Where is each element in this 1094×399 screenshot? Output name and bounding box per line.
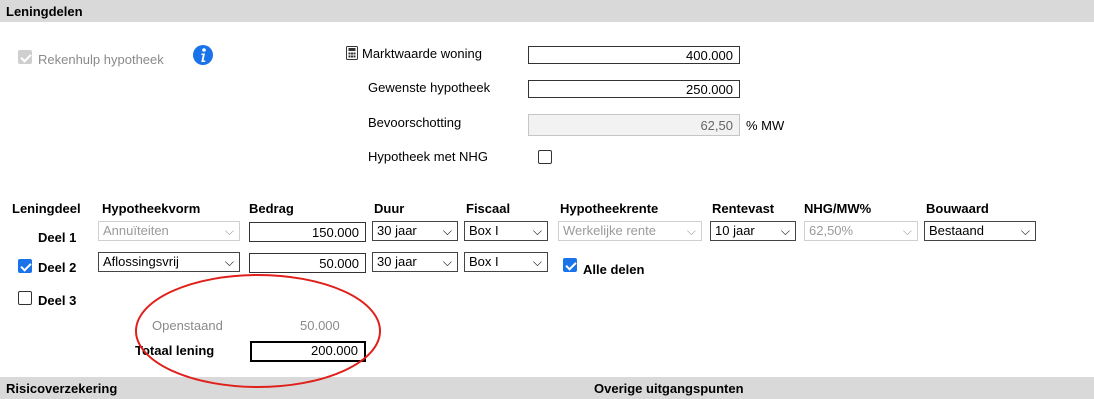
deel1-fiscaal-value: Box I bbox=[469, 223, 499, 238]
rekenhulp-label: Rekenhulp hypotheek bbox=[38, 52, 164, 67]
header-fiscaal: Fiscaal bbox=[466, 201, 511, 216]
deel2-bedrag-input[interactable]: 50.000 bbox=[249, 253, 366, 273]
nhg-checkbox[interactable] bbox=[538, 150, 552, 164]
openstaand-value: 50.000 bbox=[300, 318, 340, 333]
totaal-lening-input: 200.000 bbox=[250, 341, 366, 362]
header-duur: Duur bbox=[374, 201, 405, 216]
deel1-bedrag-input[interactable]: 150.000 bbox=[249, 222, 366, 242]
chevron-down-icon: ⌵ bbox=[532, 255, 542, 269]
marktwaarde-input[interactable]: 400.000 bbox=[528, 46, 740, 64]
chevron-down-icon: ⌵ bbox=[780, 224, 790, 238]
deel3-checkbox[interactable] bbox=[18, 291, 32, 305]
bevoorschotting-label: Bevoorschotting bbox=[368, 115, 462, 130]
header-bouwaard: Bouwaard bbox=[926, 201, 989, 216]
deel2-hypotheekvorm-value: Aflossingsvrij bbox=[103, 254, 179, 269]
chevron-down-icon: ⌵ bbox=[1020, 224, 1030, 238]
risicoverzekering-title: Risicoverzekering bbox=[6, 381, 118, 396]
overige-uitgangspunten-title: Overige uitgangspunten bbox=[594, 381, 744, 396]
alle-delen-label: Alle delen bbox=[583, 262, 645, 277]
header-bedrag: Bedrag bbox=[249, 201, 294, 216]
deel1-nhg-mw-select: 62,50% ⌵ bbox=[804, 221, 918, 241]
marktwaarde-label: Marktwaarde woning bbox=[362, 46, 482, 61]
deel1-hypotheekvorm-value: Annuïteiten bbox=[103, 223, 169, 238]
deel2-duur-select[interactable]: 30 jaar ⌵ bbox=[372, 252, 458, 272]
deel2-checkbox[interactable] bbox=[18, 259, 32, 273]
deel1-nhg-mw-value: 62,50% bbox=[809, 223, 854, 238]
header-hypotheekrente: Hypotheekrente bbox=[560, 201, 659, 216]
totaal-lening-label: Totaal lening bbox=[135, 343, 215, 358]
chevron-down-icon: ⌵ bbox=[902, 224, 912, 238]
deel1-duur-select[interactable]: 30 jaar ⌵ bbox=[372, 221, 458, 241]
chevron-down-icon: ⌵ bbox=[532, 224, 542, 238]
info-icon[interactable] bbox=[192, 44, 214, 66]
rekenhulp-checkbox[interactable] bbox=[18, 50, 32, 64]
deel1-duur-value: 30 jaar bbox=[377, 223, 417, 238]
deel1-hypotheekvorm-select: Annuïteiten ⌵ bbox=[98, 221, 240, 241]
bevoorschotting-input: 62,50 bbox=[528, 114, 740, 136]
deel1-hypotheekrente-value: Werkelijke rente bbox=[563, 223, 656, 238]
header-nhg-mw: NHG/MW% bbox=[804, 201, 872, 216]
chevron-down-icon: ⌵ bbox=[224, 224, 234, 238]
header-hypotheekvorm: Hypotheekvorm bbox=[102, 201, 201, 216]
chevron-down-icon: ⌵ bbox=[442, 224, 452, 238]
deel1-rentevast-value: 10 jaar bbox=[715, 223, 755, 238]
deel1-bouwaard-select[interactable]: Bestaand ⌵ bbox=[924, 221, 1036, 241]
alle-delen-checkbox[interactable] bbox=[563, 258, 577, 272]
deel2-fiscaal-select[interactable]: Box I ⌵ bbox=[464, 252, 548, 272]
deel1-fiscaal-select[interactable]: Box I ⌵ bbox=[464, 221, 548, 241]
nhg-label: Hypotheek met NHG bbox=[368, 149, 488, 164]
calculator-icon[interactable] bbox=[346, 46, 358, 60]
deel1-hypotheekrente-select: Werkelijke rente ⌵ bbox=[558, 221, 702, 241]
deel2-duur-value: 30 jaar bbox=[377, 254, 417, 269]
openstaand-label: Openstaand bbox=[152, 318, 223, 333]
chevron-down-icon: ⌵ bbox=[686, 224, 696, 238]
deel2-label: Deel 2 bbox=[38, 260, 77, 275]
gewenste-label: Gewenste hypotheek bbox=[368, 80, 491, 95]
gewenste-input[interactable]: 250.000 bbox=[528, 80, 740, 98]
deel2-hypotheekvorm-select[interactable]: Aflossingsvrij ⌵ bbox=[98, 252, 240, 272]
deel3-label: Deel 3 bbox=[38, 293, 77, 308]
deel1-bouwaard-value: Bestaand bbox=[929, 223, 984, 238]
header-rentevast: Rentevast bbox=[712, 201, 775, 216]
section-title: Leningdelen bbox=[6, 4, 83, 19]
header-leningdeel: Leningdeel bbox=[12, 201, 81, 216]
section-header-bottom: Risicoverzekering Overige uitgangspunten bbox=[0, 377, 1094, 399]
chevron-down-icon: ⌵ bbox=[442, 255, 452, 269]
bevoorschotting-unit: % MW bbox=[746, 118, 785, 133]
deel2-fiscaal-value: Box I bbox=[469, 254, 499, 269]
chevron-down-icon: ⌵ bbox=[224, 255, 234, 269]
section-header-leningdelen: Leningdelen bbox=[0, 0, 1094, 22]
deel1-label: Deel 1 bbox=[38, 230, 77, 245]
deel1-rentevast-select[interactable]: 10 jaar ⌵ bbox=[710, 221, 796, 241]
